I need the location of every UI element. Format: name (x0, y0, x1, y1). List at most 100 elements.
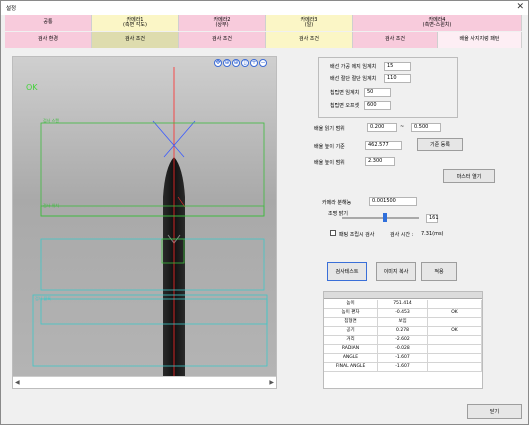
result-name: FINAL ANGLE (324, 363, 378, 372)
zoom-icon[interactable]: ⊕ (232, 59, 240, 67)
minus-icon[interactable]: − (259, 59, 267, 67)
table-row: 칩형면 보임 (324, 318, 482, 327)
camera-tab-1[interactable]: 카메라1 (측면 각도) (92, 15, 179, 31)
inspect-time-value: 7.31(ms) (421, 231, 444, 237)
result-name: 높이 (324, 300, 378, 309)
table-row: FINAL ANGLE -1.607 (324, 363, 482, 372)
result-name: RADIAN (324, 345, 378, 354)
height-register-button[interactable]: 기준 등록 (417, 138, 463, 151)
ok-indicator: OK (26, 83, 38, 92)
result-status (428, 300, 482, 309)
result-status: OK (428, 309, 482, 318)
result-status (428, 345, 482, 354)
result-name: ANGLE (324, 354, 378, 363)
window-title: 설정 (6, 6, 17, 12)
light-slider-thumb[interactable] (383, 213, 388, 222)
result-value: 보임 (378, 318, 428, 327)
fit-icon[interactable]: ⊕ (223, 59, 231, 67)
zoom-in-icon[interactable]: ✥ (214, 59, 222, 67)
result-status (428, 318, 482, 327)
inspection-subtabs: 검사 환경 검사 조건 검사 조건 검사 조건 검사 조건 배율 사지지렁 패턴 (5, 32, 522, 48)
light-value-field[interactable]: 161 (426, 214, 439, 223)
table-row: RADIAN -0.028 (324, 345, 482, 354)
edge-threshold-field[interactable]: 15 (384, 62, 411, 71)
result-name: 거리 (324, 336, 378, 345)
camera-tabs: 공통 카메라1 (측면 각도) 카메라2 (상부) 카메라3 (일) 카메라4 (측면-… (5, 15, 522, 31)
results-table: 높이 751.414 높이 편차 -0.453 OK 칩형면 보임 공기 0.278 OK 거리 -2… (323, 291, 483, 389)
cut-threshold-label: 배선 절단 절단 임계치 (330, 76, 377, 82)
result-name: 높이 편차 (324, 309, 378, 318)
close-button[interactable]: 닫기 (467, 404, 522, 419)
image-viewer[interactable]: 검사 스캔 검사 위치 검사 블록 OK ✥ ⊕ ⊕ ▯ + − ◀ ▶ (12, 56, 277, 389)
table-row: 높이 751.414 (324, 300, 482, 309)
light-slider-track[interactable] (342, 217, 419, 219)
range-from-field[interactable]: 0.200 (367, 123, 397, 132)
save-image-label: 패팅 조립시 검사 (339, 232, 375, 238)
camera-tab-4[interactable]: 카메라4 (측면-스윈치) (353, 15, 522, 31)
result-status (428, 336, 482, 345)
tip-threshold-label: 칩팁면 임계치 (330, 90, 360, 96)
tip-offset-label: 칩팁면 오프셋 (330, 103, 360, 109)
tip-threshold-field[interactable]: 50 (364, 88, 391, 97)
scroll-left-icon[interactable]: ◀ (15, 379, 20, 386)
height-tol-label: 배율 높이 범위 (314, 160, 345, 166)
result-value: -1.607 (378, 363, 428, 372)
result-value: 0.278 (378, 327, 428, 336)
horizontal-scrollbar[interactable]: ◀ ▶ (13, 376, 276, 388)
window-icon[interactable]: ▯ (241, 59, 249, 67)
table-row: 공기 0.278 OK (324, 327, 482, 336)
result-value: -0.028 (378, 345, 428, 354)
subtab-4[interactable]: 검사 조건 (353, 32, 438, 48)
camera-tab-0[interactable]: 공통 (5, 15, 92, 31)
roi-cyan-upper (40, 238, 265, 291)
roi-label-position: 검사 위치 (43, 202, 59, 208)
subtab-1[interactable]: 검사 조건 (92, 32, 179, 48)
subtab-3[interactable]: 검사 조건 (266, 32, 353, 48)
height-tol-field[interactable]: 2.300 (365, 157, 395, 166)
range-to-field[interactable]: 0.500 (411, 123, 441, 132)
result-value: -0.453 (378, 309, 428, 318)
copy-image-button[interactable]: 이미지 복사 (376, 262, 416, 281)
results-header (324, 292, 482, 299)
roi-block (40, 298, 268, 325)
table-row: 높이 편차 -0.453 OK (324, 309, 482, 318)
tip-offset-field[interactable]: 600 (364, 101, 391, 110)
roi-label-scan: 검사 스캔 (43, 117, 59, 123)
table-row: ANGLE -1.607 (324, 354, 482, 363)
inspect-time-label: 검사 시간 : (390, 232, 414, 238)
inspect-test-button[interactable]: 검사테스트 (327, 262, 367, 281)
scroll-right-icon[interactable]: ▶ (269, 379, 274, 386)
result-status (428, 363, 482, 372)
camera-tab-3[interactable]: 카메라3 (일) (266, 15, 353, 31)
master-open-button[interactable]: 마스터 열기 (443, 169, 495, 183)
resolution-label: 카메라 분해능 (322, 200, 352, 206)
subtab-0[interactable]: 검사 환경 (5, 32, 92, 48)
plus-icon[interactable]: + (250, 59, 258, 67)
result-status (428, 354, 482, 363)
subtab-5[interactable]: 배율 사지지렁 패턴 (438, 32, 522, 48)
image-overlay: 검사 스캔 검사 위치 검사 블록 (32, 67, 268, 376)
height-ref-field[interactable]: 462.577 (365, 141, 402, 150)
settings-window: 설정 ✕ 공통 카메라1 (측면 각도) 카메라2 (상부) 카메라3 (일) 카메라4… (0, 0, 529, 425)
result-value: 751.414 (378, 300, 428, 309)
subtab-2[interactable]: 검사 조건 (179, 32, 266, 48)
camera-tab-2[interactable]: 카메라2 (상부) (179, 15, 266, 31)
cut-threshold-field[interactable]: 110 (384, 74, 411, 83)
apply-button[interactable]: 적용 (421, 262, 457, 281)
result-value: -2.602 (378, 336, 428, 345)
edge-threshold-label: 배선 가공 에지 임계치 (330, 64, 377, 70)
roi-label-block: 검사 블록 (35, 295, 51, 301)
roi-bottom (32, 294, 268, 367)
light-label: 조명 밝기 (328, 211, 348, 217)
range-separator: ~ (400, 124, 405, 130)
table-row: 거리 -2.602 (324, 336, 482, 345)
range-label: 배율 읽기 범위 (314, 126, 345, 132)
height-ref-label: 배율 높이 기준 (314, 144, 345, 150)
close-icon[interactable]: ✕ (516, 2, 524, 12)
title-bar: 설정 ✕ (1, 1, 528, 15)
image-toolbar: ✥ ⊕ ⊕ ▯ + − (214, 59, 267, 67)
roi-position (40, 205, 265, 217)
resolution-field[interactable]: 0.001500 (369, 197, 417, 206)
result-name: 칩형면 (324, 318, 378, 327)
save-image-checkbox[interactable] (330, 230, 336, 236)
